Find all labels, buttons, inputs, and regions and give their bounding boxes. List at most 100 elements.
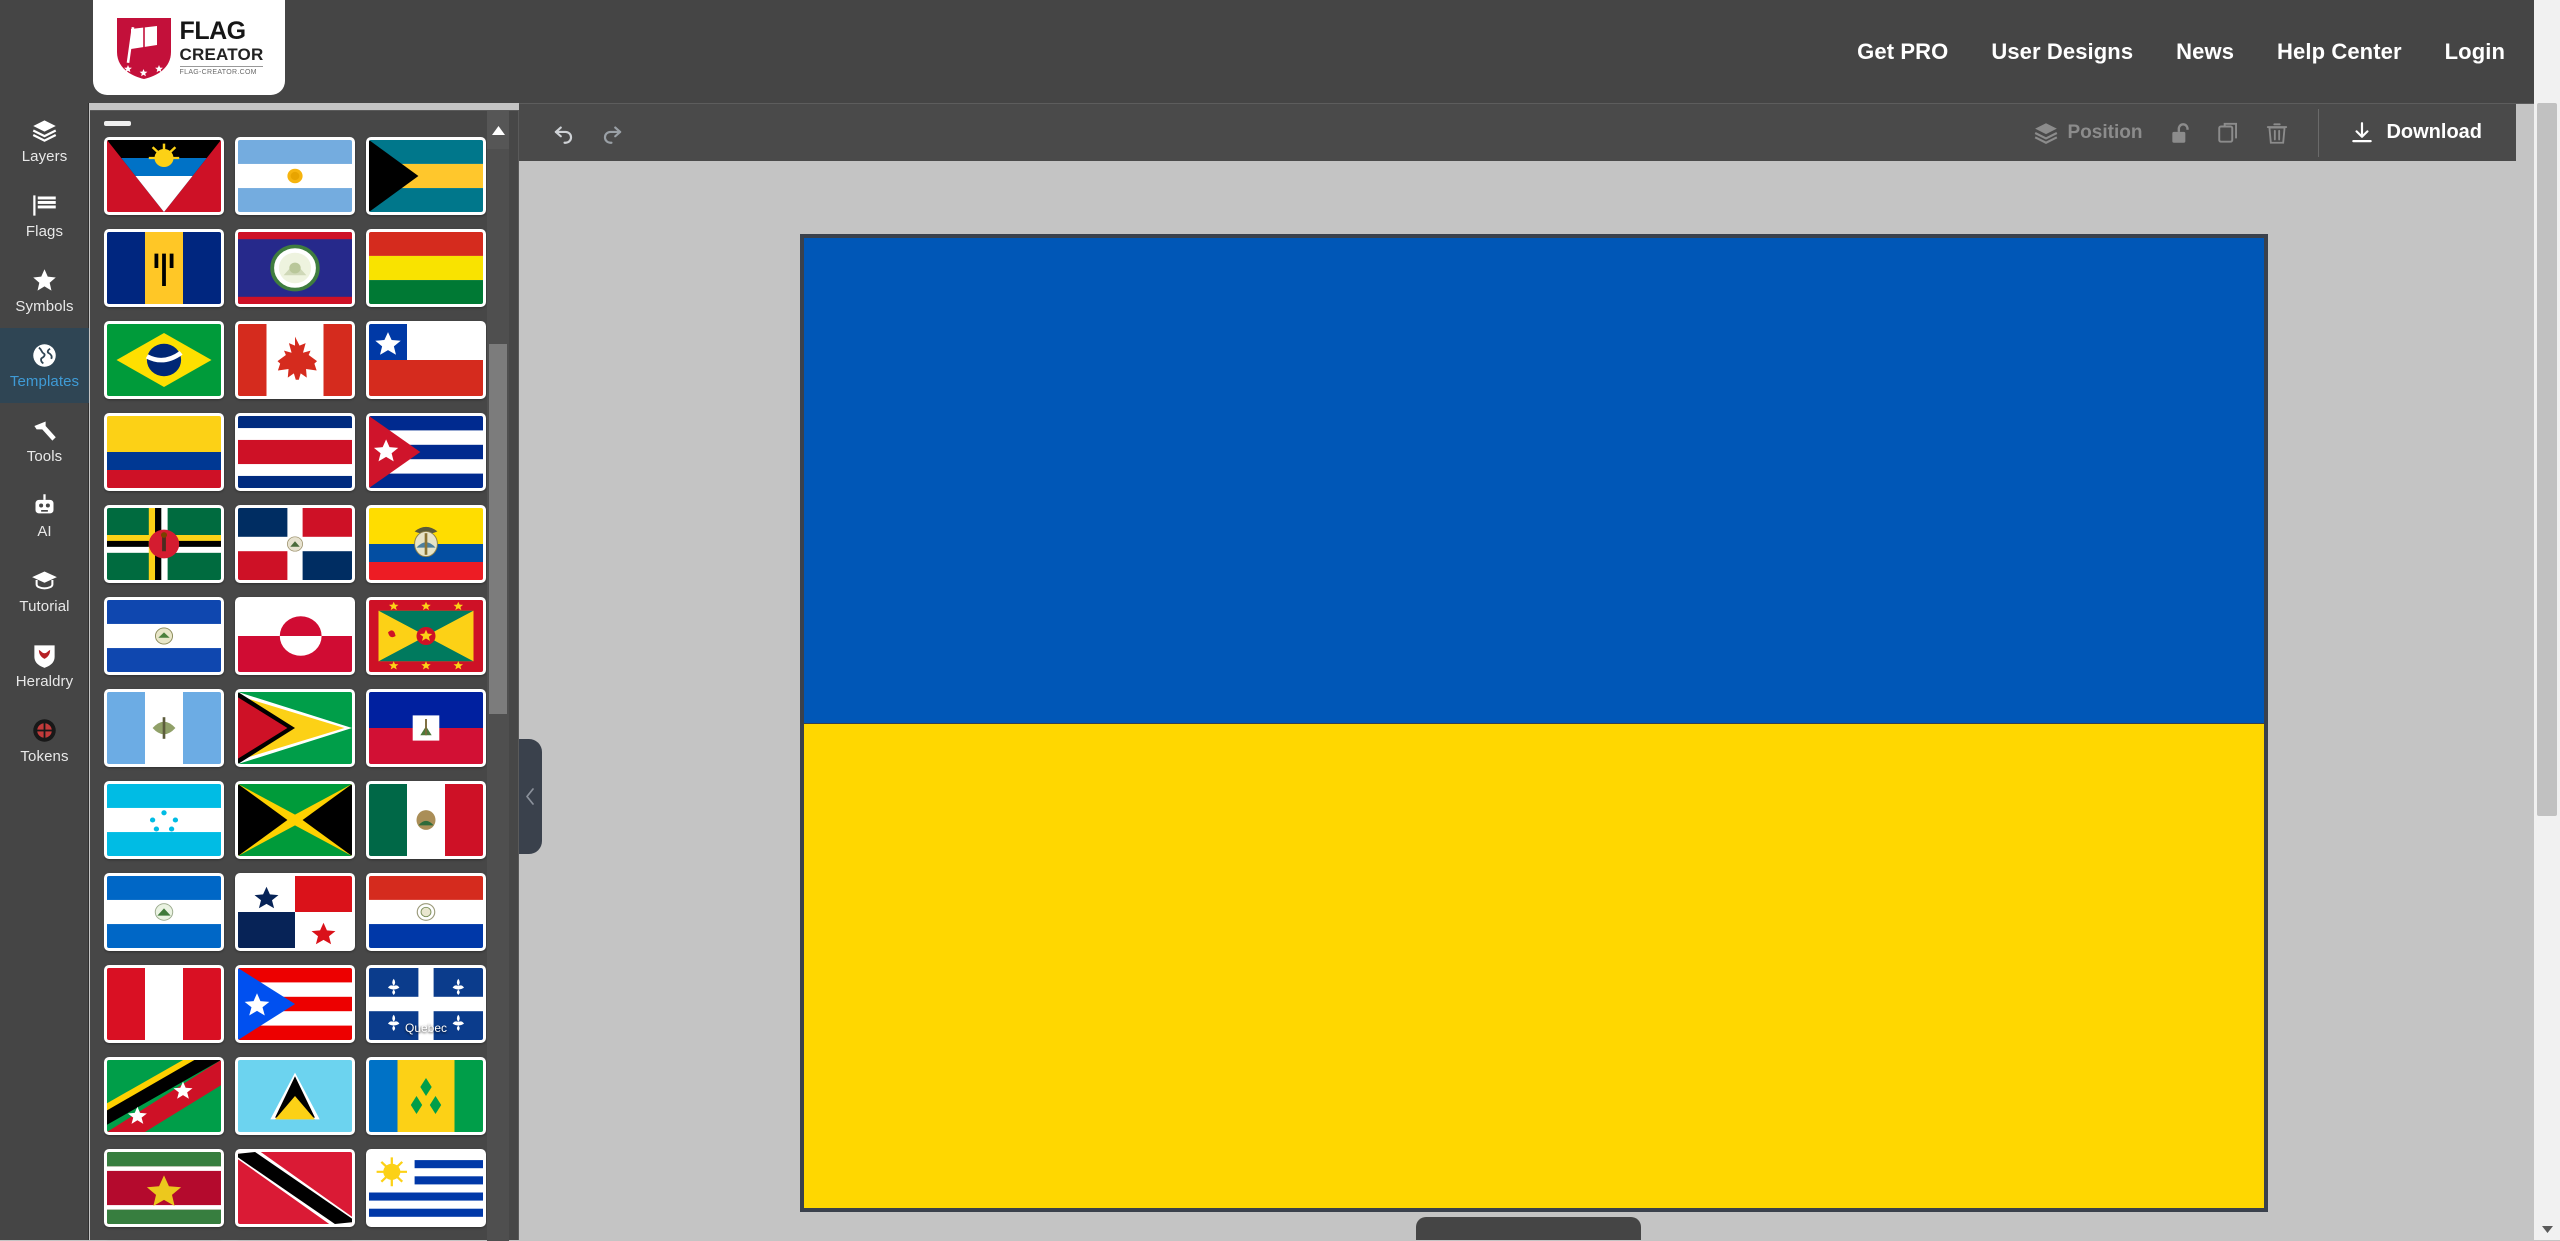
- flag-band-yellow[interactable]: [804, 723, 2264, 1208]
- sidebar-item-templates[interactable]: Templates: [0, 328, 89, 403]
- flag-template-guyana[interactable]: [235, 689, 355, 767]
- undo-icon[interactable]: [551, 120, 577, 146]
- flag-template-grenada[interactable]: [366, 597, 486, 675]
- flag-thumbnail: [369, 876, 483, 948]
- flag-template-argentina[interactable]: [235, 137, 355, 215]
- flag-template-grid[interactable]: Quebec: [104, 137, 494, 1241]
- download-button[interactable]: Download: [2319, 104, 2516, 161]
- flag-template-paraguay[interactable]: [366, 873, 486, 951]
- flag-template-nicaragua[interactable]: [104, 873, 224, 951]
- panel-scrollbar[interactable]: [487, 111, 509, 1241]
- flag-icon: [31, 192, 58, 219]
- flag-template-dominican-republic[interactable]: [235, 505, 355, 583]
- sidebar-item-ai[interactable]: AI: [0, 478, 89, 553]
- layers-icon: [31, 117, 58, 144]
- flag-template-peru[interactable]: [104, 965, 224, 1043]
- flag-template-trinidad-and-tobago[interactable]: [235, 1149, 355, 1227]
- sidebar-item-tutorial[interactable]: Tutorial: [0, 553, 89, 628]
- flag-thumbnail: [369, 416, 483, 488]
- flag-thumbnail: [369, 1152, 483, 1224]
- canvas-stage: [519, 161, 2560, 1240]
- flag-template-saint-lucia[interactable]: [235, 1057, 355, 1135]
- flag-thumbnail: [107, 600, 221, 672]
- trash-icon[interactable]: [2264, 120, 2290, 146]
- unlock-icon[interactable]: [2168, 120, 2194, 146]
- flag-thumbnail: [369, 692, 483, 764]
- flag-template-honduras[interactable]: [104, 781, 224, 859]
- panel-drag-handle[interactable]: [104, 121, 131, 126]
- page-scroll-down-button[interactable]: [2534, 1218, 2560, 1240]
- flag-template-haiti[interactable]: [366, 689, 486, 767]
- flag-thumbnail: [369, 324, 483, 396]
- sidebar-item-layers[interactable]: Layers: [0, 103, 89, 178]
- sidebar-item-tools[interactable]: Tools: [0, 403, 89, 478]
- flag-template-mexico[interactable]: [366, 781, 486, 859]
- flag-template-guatemala[interactable]: [104, 689, 224, 767]
- flag-template-greenland[interactable]: [235, 597, 355, 675]
- page-scrollbar[interactable]: [2534, 0, 2560, 1240]
- panel-scrollbar-thumb[interactable]: [489, 344, 507, 714]
- flag-grid-column: [104, 137, 224, 1241]
- flag-thumbnail: [369, 1060, 483, 1132]
- editor-toolbar: Position Download: [519, 103, 2560, 161]
- flag-template-jamaica[interactable]: [235, 781, 355, 859]
- canvas-bottom-toolbar[interactable]: [1416, 1217, 1641, 1240]
- panel-scrollbar-track[interactable]: [487, 149, 509, 1241]
- triangle-up-icon: [492, 126, 505, 135]
- flag-template-chile[interactable]: [366, 321, 486, 399]
- nav-news[interactable]: News: [2176, 39, 2234, 65]
- flag-thumbnail: [238, 1152, 352, 1224]
- flag-template-canada[interactable]: [235, 321, 355, 399]
- flag-canvas[interactable]: [800, 234, 2268, 1212]
- token-coin-icon: [31, 717, 58, 744]
- duplicate-icon[interactable]: [2216, 120, 2242, 146]
- flag-thumbnail: [369, 600, 483, 672]
- nav-get-pro[interactable]: Get PRO: [1857, 39, 1948, 65]
- sidebar-item-tokens[interactable]: Tokens: [0, 703, 89, 778]
- flag-thumbnail: [238, 324, 352, 396]
- robot-icon: [31, 492, 58, 519]
- templates-panel: Quebec: [90, 110, 519, 1240]
- page-scrollbar-thumb[interactable]: [2537, 103, 2557, 816]
- flag-template-saint-vincent-and-the-grenadines[interactable]: [366, 1057, 486, 1135]
- flag-template-bolivia[interactable]: [366, 229, 486, 307]
- flag-template-dominica[interactable]: [104, 505, 224, 583]
- nav-user-designs[interactable]: User Designs: [1991, 39, 2133, 65]
- flag-thumbnail: [238, 876, 352, 948]
- flag-template-bahamas[interactable]: [366, 137, 486, 215]
- flag-template-panama[interactable]: [235, 873, 355, 951]
- flag-thumbnail: [107, 508, 221, 580]
- panel-scroll-up-button[interactable]: [487, 111, 509, 149]
- flag-thumbnail: [238, 692, 352, 764]
- flag-template-el-salvador[interactable]: [104, 597, 224, 675]
- flag-thumbnail: [107, 140, 221, 212]
- nav-login[interactable]: Login: [2445, 39, 2505, 65]
- flag-template-belize[interactable]: [235, 229, 355, 307]
- flag-template-barbados[interactable]: [104, 229, 224, 307]
- brand-logo[interactable]: FLAG CREATOR FLAG-CREATOR.COM: [93, 0, 285, 95]
- position-button[interactable]: Position: [2033, 120, 2143, 146]
- flag-template-brazil[interactable]: [104, 321, 224, 399]
- flag-thumbnail: [107, 784, 221, 856]
- flag-band-blue[interactable]: [804, 238, 2264, 723]
- flag-template-saint-kitts-and-nevis[interactable]: [104, 1057, 224, 1135]
- sidebar-item-heraldry[interactable]: Heraldry: [0, 628, 89, 703]
- flag-template-ecuador[interactable]: [366, 505, 486, 583]
- flag-template-uruguay[interactable]: [366, 1149, 486, 1227]
- flag-template-quebec[interactable]: Quebec: [366, 965, 486, 1043]
- flag-template-puerto-rico[interactable]: [235, 965, 355, 1043]
- redo-icon[interactable]: [599, 120, 625, 146]
- sidebar-item-symbols[interactable]: Symbols: [0, 253, 89, 328]
- nav-help-center[interactable]: Help Center: [2277, 39, 2402, 65]
- flag-template-cuba[interactable]: [366, 413, 486, 491]
- brand-name-line1: FLAG: [180, 19, 246, 44]
- flag-template-antigua-and-barbuda[interactable]: [104, 137, 224, 215]
- flag-thumbnail: [238, 968, 352, 1040]
- brand-name-line2: CREATOR: [180, 46, 264, 63]
- flag-template-costa-rica[interactable]: [235, 413, 355, 491]
- flag-template-colombia[interactable]: [104, 413, 224, 491]
- flag-template-suriname[interactable]: [104, 1149, 224, 1227]
- flag-thumbnail: [107, 1060, 221, 1132]
- panel-collapse-handle[interactable]: [519, 739, 542, 854]
- sidebar-item-flags[interactable]: Flags: [0, 178, 89, 253]
